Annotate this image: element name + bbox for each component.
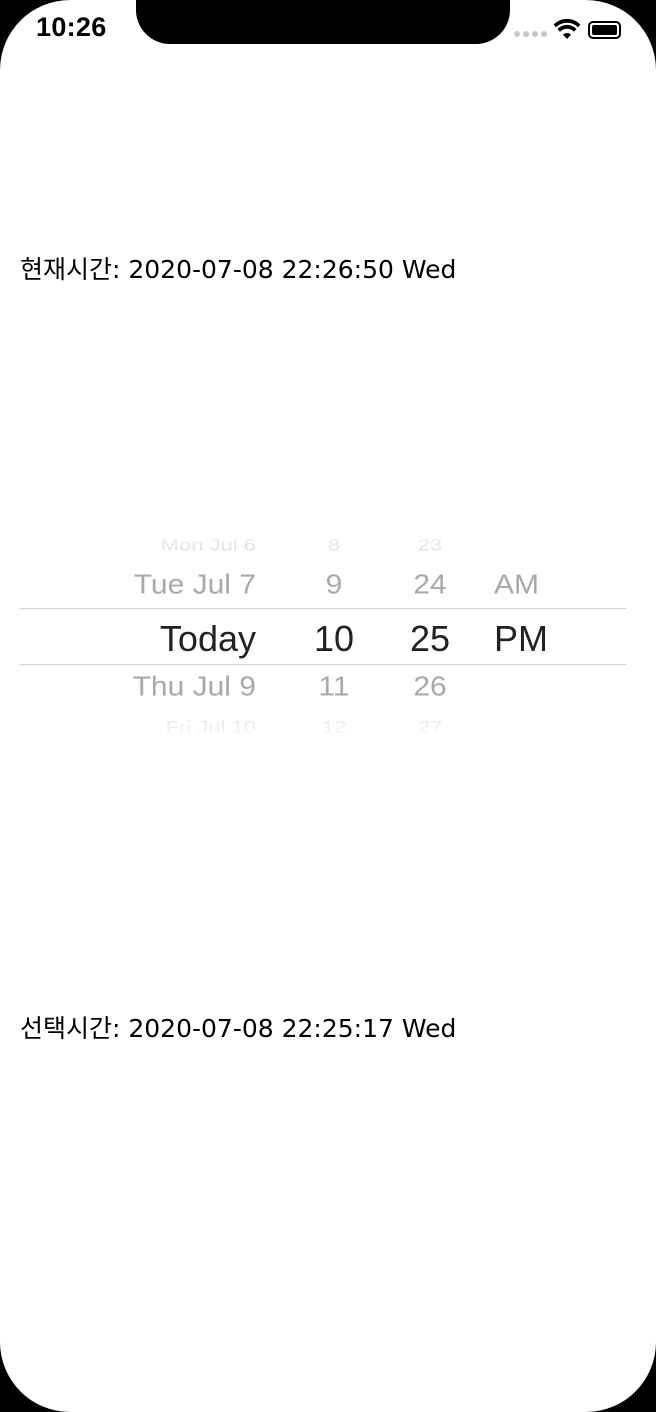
- hour-option[interactable]: 9: [304, 569, 364, 600]
- ampm-wheel[interactable]: AM PM: [494, 524, 574, 740]
- minute-option[interactable]: 24: [400, 569, 460, 600]
- hour-option[interactable]: 12: [304, 717, 364, 737]
- date-option[interactable]: Mon Jul 6: [80, 535, 256, 555]
- hour-option[interactable]: 11: [304, 671, 364, 702]
- hour-option-selected[interactable]: 10: [304, 618, 364, 660]
- hour-wheel[interactable]: 8 9 10 11 12: [304, 524, 364, 740]
- status-bar: 10:26: [0, 0, 656, 64]
- selected-time-label: 선택시간: 2020-07-08 22:25:17 Wed: [20, 1014, 457, 1043]
- app-screen: 10:26 현재시간: 2020-07-08 22:26:50 Wed Mon …: [0, 0, 656, 1412]
- minute-wheel[interactable]: 23 24 25 26 27: [400, 524, 460, 740]
- hour-option[interactable]: 8: [304, 535, 364, 555]
- wifi-icon: [553, 19, 581, 39]
- date-time-picker[interactable]: Mon Jul 6 Tue Jul 7 Today Thu Jul 9 Fri …: [20, 524, 626, 740]
- battery-tip: [588, 21, 621, 39]
- date-wheel[interactable]: Mon Jul 6 Tue Jul 7 Today Thu Jul 9 Fri …: [80, 524, 256, 740]
- date-option[interactable]: Fri Jul 10: [80, 717, 256, 737]
- minute-option-selected[interactable]: 25: [400, 618, 460, 660]
- minute-option[interactable]: 26: [400, 671, 460, 702]
- device-notch: [136, 0, 510, 44]
- ampm-option[interactable]: AM: [494, 569, 574, 600]
- minute-option[interactable]: 23: [400, 535, 460, 555]
- date-option[interactable]: Thu Jul 9: [80, 671, 256, 702]
- minute-option[interactable]: 27: [400, 717, 460, 737]
- date-option-selected[interactable]: Today: [80, 618, 256, 660]
- current-time-label: 현재시간: 2020-07-08 22:26:50 Wed: [20, 255, 457, 284]
- date-option[interactable]: Tue Jul 7: [80, 569, 256, 600]
- ampm-option-selected[interactable]: PM: [494, 618, 574, 660]
- cellular-signal-icon: [514, 31, 547, 37]
- status-time: 10:26: [36, 12, 107, 42]
